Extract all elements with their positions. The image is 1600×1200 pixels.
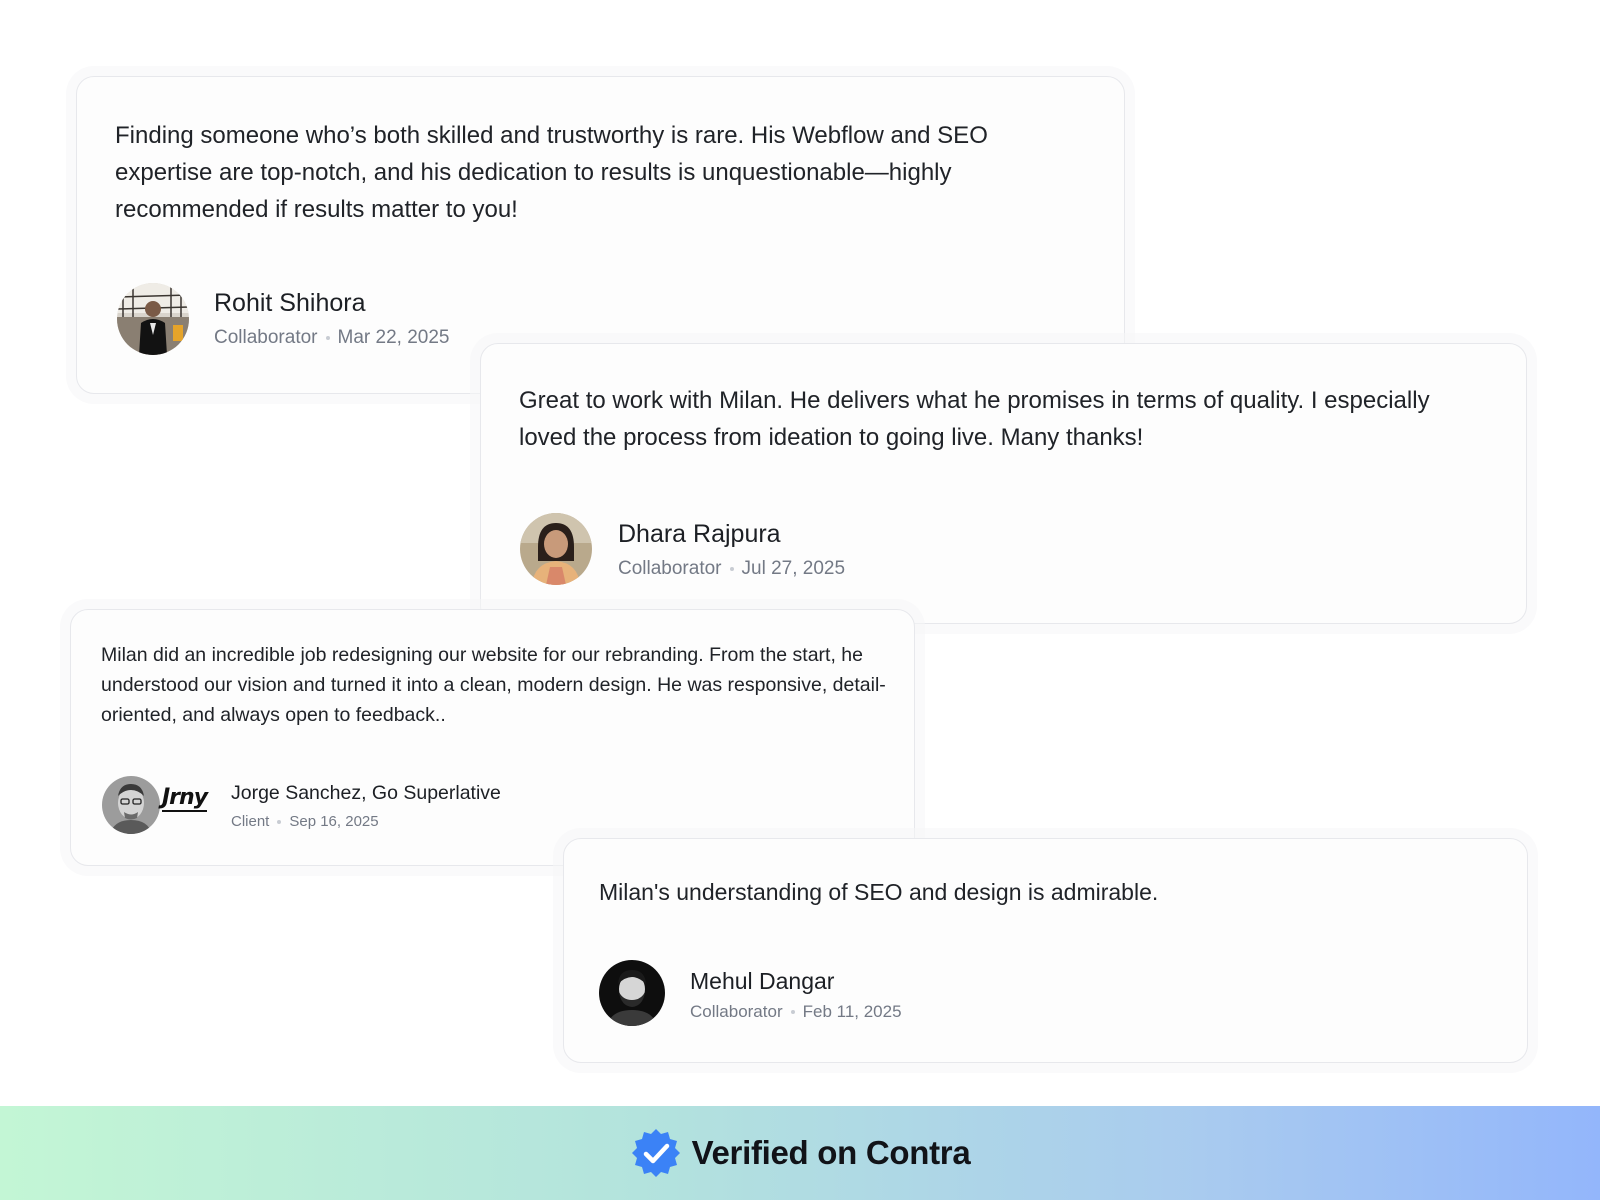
reviewer-meta: Collaborator Feb 11, 2025 (690, 1002, 902, 1022)
review-date: Jul 27, 2025 (741, 558, 846, 579)
avatar (599, 960, 665, 1026)
avatar (117, 283, 189, 355)
reviewer-meta: Client Sep 16, 2025 (231, 813, 379, 830)
testimonial-quote: Milan's understanding of SEO and design … (599, 879, 1159, 905)
reviewer-name: Dhara Rajpura (618, 520, 781, 548)
company-logo: Jrny (162, 785, 208, 812)
reviewer-meta: Collaborator Mar 22, 2025 (214, 327, 449, 349)
reviewer-role: Collaborator (214, 327, 318, 348)
reviewer-role: Client (231, 813, 270, 830)
testimonial-card: Great to work with Milan. He delivers wh… (480, 343, 1527, 624)
reviewer-meta: Collaborator Jul 27, 2025 (618, 558, 845, 580)
review-date: Mar 22, 2025 (337, 327, 450, 348)
avatar (102, 776, 160, 834)
reviewer-name: Jorge Sanchez, Go Superlative (231, 782, 501, 804)
reviewer-role: Collaborator (690, 1002, 783, 1021)
separator-dot (325, 336, 330, 340)
testimonial-quote: Milan did an incredible job redesigning … (101, 644, 886, 726)
reviewer-name: Rohit Shihora (214, 289, 366, 317)
reviewer-name: Mehul Dangar (690, 968, 835, 994)
testimonial-card: Milan did an incredible job redesigning … (70, 609, 915, 866)
testimonial-quote: Great to work with Milan. He delivers wh… (519, 387, 1430, 451)
verified-footer: Verified on Contra (0, 1106, 1600, 1200)
reviewer-role: Collaborator (618, 558, 722, 579)
separator-dot (277, 819, 282, 824)
verified-badge-icon (630, 1127, 682, 1179)
verified-text: Verified on Contra (691, 1134, 971, 1171)
testimonial-card: Milan's understanding of SEO and design … (563, 838, 1528, 1063)
testimonial-quote: Finding someone who’s both skilled and t… (115, 122, 988, 223)
review-date: Sep 16, 2025 (289, 813, 379, 830)
separator-dot (790, 1010, 795, 1014)
separator-dot (729, 567, 734, 571)
review-date: Feb 11, 2025 (802, 1002, 902, 1021)
avatar (520, 513, 592, 585)
